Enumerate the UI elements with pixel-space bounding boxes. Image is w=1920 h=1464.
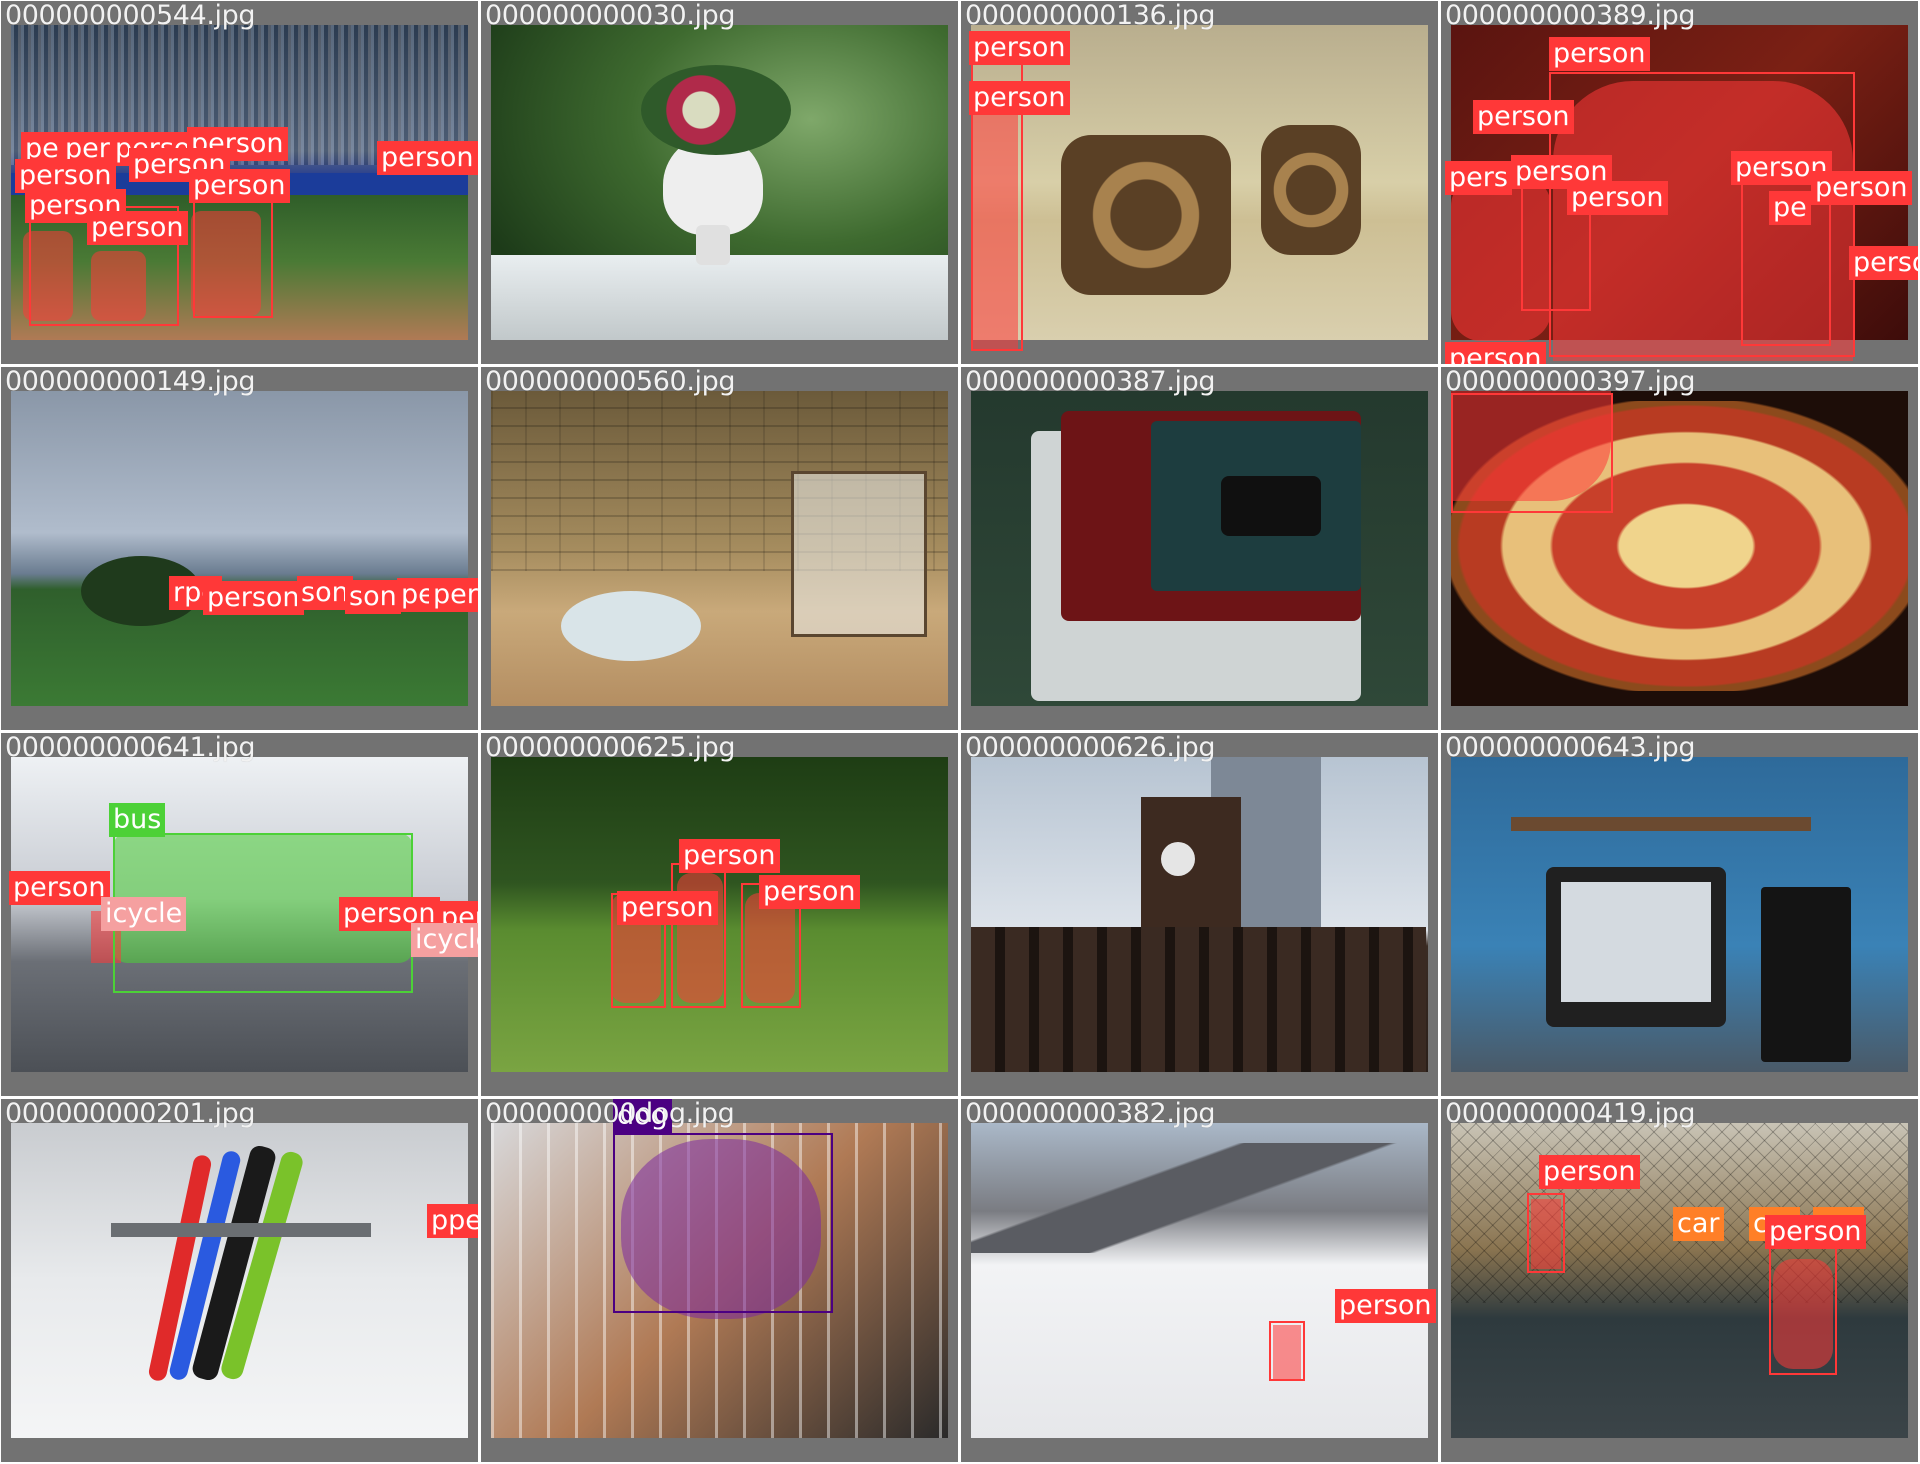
image-filename: 000000000641.jpg: [5, 733, 256, 763]
image-tile: 000000000397.jpg: [1441, 367, 1918, 730]
detection-label: person: [1335, 1289, 1436, 1323]
person-box: [1527, 1193, 1565, 1273]
detection-label: person: [377, 141, 478, 175]
image-filename: 000000000dog.jpg: [485, 1099, 735, 1129]
image-tile: 000000000030.jpg: [481, 1, 958, 364]
detection-label: person: [759, 875, 860, 909]
image-filename: 000000000560.jpg: [485, 367, 736, 397]
image-filename: 000000000626.jpg: [965, 733, 1216, 763]
image-tile: dog 000000000dog.jpg: [481, 1099, 958, 1462]
railing: [491, 255, 948, 340]
image-filename: 000000000625.jpg: [485, 733, 736, 763]
detection-label: bus: [109, 803, 166, 837]
detection-label: person: [15, 159, 116, 193]
detection-label: person: [969, 81, 1070, 115]
detection-label: person: [679, 839, 780, 873]
image-filename: 000000000136.jpg: [965, 1, 1216, 31]
image-filename: 000000000149.jpg: [5, 367, 256, 397]
photo: [491, 391, 948, 706]
photo: [971, 25, 1428, 340]
image-tile: 000000000626.jpg: [961, 733, 1438, 1096]
detection-label: perso: [1849, 246, 1918, 280]
photo: [1451, 1123, 1908, 1438]
detection-label: icycle: [411, 923, 478, 957]
mosaic-grid: per per person person person person pers…: [0, 0, 1920, 1464]
person-box: [193, 183, 273, 318]
detection-label: person: [969, 31, 1070, 65]
person-box: [1769, 1245, 1837, 1375]
giraffe: [1261, 125, 1361, 255]
phone: [1221, 476, 1321, 536]
detection-label: person: [9, 871, 110, 905]
image-tile: person person person 000000000625.jpg: [481, 733, 958, 1096]
detection-label: son: [345, 580, 401, 614]
detection-label: car: [1673, 1207, 1724, 1241]
image-tile: bus person icycle person person icycle 0…: [1, 733, 478, 1096]
image-filename: 000000000544.jpg: [5, 1, 256, 31]
vase-stem: [696, 225, 730, 265]
image-filename: 000000000389.jpg: [1445, 1, 1696, 31]
image-tile: 000000000387.jpg: [961, 367, 1438, 730]
image-tile: pperson 000000000201.jpg: [1, 1099, 478, 1462]
image-tile: person car car car person 000000000419.j…: [1441, 1099, 1918, 1462]
detection-label: pers: [1445, 161, 1512, 195]
shower-stall: [791, 471, 927, 637]
detection-label: person: [1473, 100, 1574, 134]
detection-label: person: [1549, 37, 1650, 71]
photo: [971, 757, 1428, 1072]
photo: [971, 391, 1428, 706]
image-filename: 000000000030.jpg: [485, 1, 736, 31]
detection-label: person: [429, 578, 478, 612]
photo: [971, 1123, 1428, 1438]
image-filename: 000000000397.jpg: [1445, 367, 1696, 397]
building: [971, 927, 1426, 1072]
person-box: [1451, 393, 1613, 513]
image-tile: 000000000560.jpg: [481, 367, 958, 730]
image-filename: 000000000387.jpg: [965, 367, 1216, 397]
detection-label: person: [1445, 342, 1546, 364]
bathtub: [561, 591, 701, 661]
shelf: [1511, 817, 1811, 831]
ridge: [971, 1143, 1428, 1253]
photo: [11, 1123, 468, 1438]
photo: [1451, 757, 1908, 1072]
image-tile: 000000000643.jpg: [1441, 733, 1918, 1096]
detection-label: person: [87, 211, 188, 245]
detection-label: person: [203, 581, 304, 615]
image-tile: rpe person son son pe person 00000000014…: [1, 367, 478, 730]
person-box: [1269, 1321, 1305, 1381]
image-filename: 000000000382.jpg: [965, 1099, 1216, 1129]
person-box: [671, 863, 726, 1008]
detection-label: person: [617, 891, 718, 925]
monitor-screen: [1561, 882, 1711, 1002]
computer-tower: [1761, 887, 1851, 1062]
image-filename: 000000000419.jpg: [1445, 1099, 1696, 1129]
detection-label: person: [1811, 171, 1912, 205]
detection-label: person: [1539, 1155, 1640, 1189]
image-tile: person 000000000382.jpg: [961, 1099, 1438, 1462]
detection-label: pe: [1769, 191, 1811, 225]
detection-label: person: [1765, 1215, 1866, 1249]
detection-label: pperson: [427, 1204, 478, 1238]
dog-box: [613, 1133, 833, 1313]
photo: [11, 391, 468, 706]
image-tile: person person pers person person person …: [1441, 1, 1918, 364]
image-tile: person person 000000000136.jpg: [961, 1, 1438, 364]
image-filename: 000000000643.jpg: [1445, 733, 1696, 763]
detection-label: person: [189, 169, 290, 203]
detection-label: icycle: [101, 897, 187, 931]
detection-label: person: [1567, 181, 1668, 215]
giraffe: [1061, 135, 1231, 295]
flowers: [641, 65, 791, 155]
photo: [491, 25, 948, 340]
image-tile: per per person person person person pers…: [1, 1, 478, 364]
rack: [111, 1223, 371, 1237]
image-filename: 000000000201.jpg: [5, 1099, 256, 1129]
clock: [1161, 842, 1195, 876]
